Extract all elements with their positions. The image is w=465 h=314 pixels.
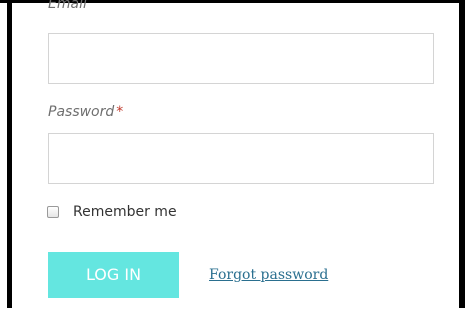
remember-me-row[interactable]: Remember me xyxy=(47,202,177,222)
forgot-password-link[interactable]: Forgot password xyxy=(209,266,328,284)
remember-me-label[interactable]: Remember me xyxy=(73,204,177,220)
window-frame-left xyxy=(7,0,12,314)
window-frame-bottom xyxy=(7,308,465,314)
login-button[interactable]: LOG IN xyxy=(48,252,179,298)
email-field[interactable] xyxy=(48,33,434,84)
window-frame-right xyxy=(459,0,465,314)
password-label: Password * xyxy=(48,103,123,121)
password-field[interactable] xyxy=(48,133,434,184)
password-label-text: Password xyxy=(48,104,115,120)
remember-me-checkbox[interactable] xyxy=(47,206,59,218)
required-asterisk: * xyxy=(116,104,124,120)
email-label: Email xyxy=(48,0,87,12)
